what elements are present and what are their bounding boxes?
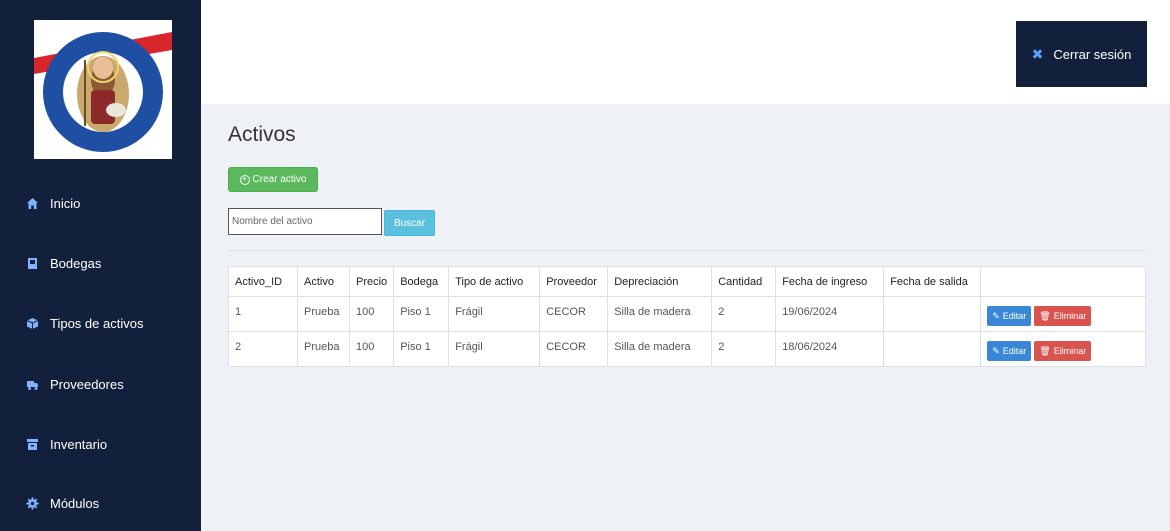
delete-button[interactable]: 🗑 Eliminar	[1034, 306, 1092, 326]
cell-activo-id: 1	[228, 296, 298, 332]
main-content: Activos + Crear activo Buscar Activo_ID …	[201, 104, 1170, 531]
parish-logo	[34, 20, 172, 159]
column-header: Precio	[348, 266, 395, 297]
sidebar-item-label: Tipos de activos	[50, 315, 144, 331]
cell-actions: ✎ Editar 🗑 Eliminar	[980, 331, 1146, 367]
page-title: Activos	[228, 123, 296, 146]
cell-proveedor: CECOR	[539, 296, 609, 332]
create-asset-button[interactable]: + Crear activo	[228, 167, 318, 192]
delete-button[interactable]: 🗑 Eliminar	[1034, 341, 1092, 361]
column-header: Proveedor	[539, 266, 609, 297]
logout-label: Cerrar sesión	[1053, 46, 1132, 62]
warehouse-icon	[26, 257, 39, 270]
edit-label: Editar	[1002, 311, 1027, 321]
create-asset-label: Crear activo	[252, 174, 307, 185]
cell-activo: Prueba	[297, 331, 350, 367]
sidebar-item-modulos[interactable]: Módulos	[26, 491, 99, 515]
truck-icon	[26, 378, 39, 391]
delete-label: Eliminar	[1053, 346, 1087, 356]
parish-seal-logo	[34, 32, 172, 152]
cell-fecha-salida	[883, 296, 982, 332]
delete-label: Eliminar	[1053, 311, 1087, 321]
assets-table: Activo_ID Activo Precio Bodega Tipo de a…	[228, 266, 1146, 367]
sidebar-item-inicio[interactable]: Inicio	[26, 191, 80, 215]
logout-button[interactable]: ✖ Cerrar sesión	[1016, 21, 1147, 87]
cell-fecha-salida	[883, 331, 982, 367]
edit-button[interactable]: ✎ Editar	[987, 341, 1032, 361]
pencil-icon: ✎	[992, 345, 1000, 356]
cell-cantidad: 2	[711, 331, 777, 367]
sidebar: Inicio Bodegas Tipos de activos Proveedo…	[0, 0, 201, 531]
column-header: Fecha de salida	[883, 266, 982, 297]
cell-precio: 100	[348, 331, 395, 367]
close-icon: ✖	[1031, 45, 1044, 62]
cell-bodega: Piso 1	[393, 296, 450, 332]
plus-circle-icon: +	[239, 174, 250, 185]
edit-button[interactable]: ✎ Editar	[987, 306, 1032, 326]
column-header: Tipo de activo	[448, 266, 541, 297]
sidebar-item-inventario[interactable]: Inventario	[26, 432, 107, 456]
column-header: Activo_ID	[228, 266, 298, 297]
cell-depreciacion: Silla de madera	[607, 331, 713, 367]
sidebar-item-label: Proveedores	[50, 376, 124, 392]
archive-icon	[26, 438, 39, 451]
cube-icon	[26, 317, 39, 330]
search-input[interactable]	[228, 208, 382, 235]
column-header: Bodega	[393, 266, 450, 297]
gear-icon	[26, 497, 39, 510]
sidebar-item-label: Inventario	[50, 436, 108, 452]
column-header-actions	[980, 266, 1146, 297]
sidebar-item-bodegas[interactable]: Bodegas	[26, 251, 101, 275]
search-button[interactable]: Buscar	[384, 210, 435, 236]
cell-tipo: Frágil	[448, 331, 541, 367]
cell-fecha-ingreso: 18/06/2024	[775, 331, 885, 367]
cell-fecha-ingreso: 19/06/2024	[775, 296, 885, 332]
cell-tipo: Frágil	[448, 296, 541, 332]
pencil-icon: ✎	[992, 310, 1000, 321]
cell-bodega: Piso 1	[393, 331, 450, 367]
edit-label: Editar	[1002, 346, 1027, 356]
trash-icon: 🗑	[1039, 310, 1051, 321]
cell-cantidad: 2	[711, 296, 777, 332]
table-row: 2 Prueba 100 Piso 1 Frágil CECOR Silla d…	[228, 331, 1146, 367]
cell-depreciacion: Silla de madera	[607, 296, 713, 332]
column-header: Fecha de ingreso	[775, 266, 885, 297]
divider	[228, 250, 1146, 251]
sidebar-item-proveedores[interactable]: Proveedores	[26, 372, 124, 396]
cell-actions: ✎ Editar 🗑 Eliminar	[980, 296, 1146, 332]
column-header: Activo	[297, 266, 350, 297]
cell-proveedor: CECOR	[539, 331, 609, 367]
cell-activo: Prueba	[297, 296, 350, 332]
table-header-row: Activo_ID Activo Precio Bodega Tipo de a…	[228, 266, 1146, 297]
sidebar-item-label: Bodegas	[50, 255, 102, 271]
sidebar-item-tipos-de-activos[interactable]: Tipos de activos	[26, 311, 143, 335]
column-header: Cantidad	[711, 266, 777, 297]
sidebar-item-label: Módulos	[50, 495, 100, 511]
cell-activo-id: 2	[228, 331, 298, 367]
table-row: 1 Prueba 100 Piso 1 Frágil CECOR Silla d…	[228, 296, 1146, 332]
cell-precio: 100	[348, 296, 395, 332]
home-icon	[26, 197, 39, 210]
sidebar-item-label: Inicio	[50, 195, 81, 211]
column-header: Depreciación	[607, 266, 713, 297]
trash-icon: 🗑	[1039, 345, 1051, 356]
